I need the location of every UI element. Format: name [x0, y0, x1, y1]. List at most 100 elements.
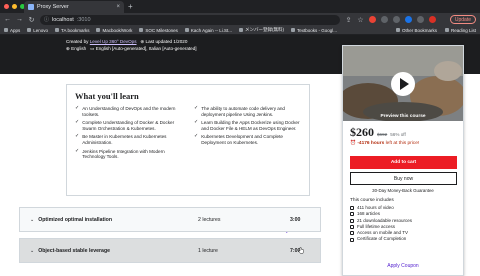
hand-cursor-icon: [298, 247, 304, 254]
captions: English [Auto-generated], Italian [Auto-…: [95, 46, 197, 51]
learn-item-text: Jenkins Pipeline Integration with Modern…: [82, 148, 165, 160]
learn-item: ✓ Be Master in Kubernetes and Kubernetes …: [75, 134, 182, 145]
other-bookmarks[interactable]: Other Bookmarks: [395, 27, 437, 33]
check-icon: ✓: [194, 133, 199, 140]
folder-icon: [139, 28, 144, 32]
address-bar[interactable]: ⓘ localhost:3010: [40, 14, 340, 25]
captions-icon: ▭: [90, 46, 95, 51]
learn-item: ✓ Kubernetes Development and Complete Dep…: [194, 134, 301, 145]
bookmark-item[interactable]: Macbook/Work: [96, 28, 132, 33]
section-lectures: 1 lecture: [198, 247, 218, 254]
close-window-button[interactable]: [4, 4, 9, 9]
extensions-puzzle-icon[interactable]: [417, 16, 424, 23]
includes-list: 411 hours of video 168 articles 21 downl…: [350, 205, 412, 243]
update-button[interactable]: Update: [449, 15, 476, 24]
learn-item: ✓ Learn Building the Apps Dockerize using…: [194, 119, 301, 131]
course-section-row[interactable]: ⌄ Optimized optimal installation 2 lectu…: [19, 207, 321, 232]
apply-coupon-link[interactable]: Apply Coupon: [343, 263, 463, 269]
extension-icon[interactable]: [381, 16, 388, 23]
buy-now-button[interactable]: Buy now: [350, 172, 457, 185]
back-icon[interactable]: ←: [4, 16, 11, 23]
check-icon: ✓: [75, 119, 80, 126]
extension-icon[interactable]: [393, 16, 400, 23]
bookmark-item[interactable]: Textbooks - Googl...: [290, 27, 337, 33]
favicon-icon: [28, 4, 34, 10]
tab-title: Proxy Server: [37, 4, 69, 10]
section-title: Optimized optimal installation: [38, 216, 112, 223]
close-tab-icon[interactable]: ×: [116, 4, 120, 10]
bookmark-label: Lenovo: [33, 27, 49, 33]
play-button[interactable]: [391, 72, 415, 96]
chevron-down-icon: ⌄: [30, 247, 35, 254]
new-tab-icon[interactable]: +: [128, 2, 133, 11]
price-timer: ⏰ -4176 hours left at this price!: [350, 141, 419, 146]
browser-tabstrip: Proxy Server × +: [0, 0, 480, 13]
reading-list[interactable]: Reading List: [444, 27, 476, 33]
created-by-label: Created by: [66, 39, 90, 44]
url-host: localhost: [52, 16, 74, 23]
check-icon: ✓: [75, 133, 80, 140]
learn-item-text: The ability to automate code delivery an…: [201, 106, 285, 117]
learn-item: ✓ Complete Understanding of Docker & Dock…: [75, 119, 182, 131]
includes-title: This course includes: [350, 198, 394, 203]
folder-icon: [27, 28, 32, 32]
bookmark-item[interactable]: TA bookmarks: [55, 28, 89, 33]
bookmark-label: Apps: [10, 27, 21, 33]
browser-tab[interactable]: Proxy Server ×: [24, 1, 124, 13]
folder-icon: [96, 28, 101, 32]
chevron-down-icon: ⌄: [30, 216, 35, 223]
minimize-window-button[interactable]: [12, 4, 17, 9]
alarm-icon: ⏰: [350, 141, 356, 146]
reading-list-icon: [444, 28, 449, 32]
includes-item: Certificate of Completion: [350, 236, 412, 242]
section-lectures: 2 lectures: [198, 216, 221, 223]
learn-item-text: Learn Building the Apps Dockerize using …: [201, 120, 300, 131]
add-to-cart-button[interactable]: Add to cart: [350, 156, 457, 169]
bookmark-label: Kach Again -- Li.St...: [190, 27, 232, 33]
check-icon: ✓: [75, 105, 80, 111]
extension-icon[interactable]: [405, 16, 412, 23]
bookmark-label: メンバー登録(無料): [244, 27, 284, 32]
page-icon: [290, 28, 295, 32]
bookmark-label: Textbooks - Googl...: [296, 27, 337, 33]
page-icon: [184, 28, 189, 32]
play-icon: [400, 78, 409, 90]
learn-title: What you'll learn: [75, 91, 139, 101]
language: English: [71, 46, 87, 51]
browser-toolbar: ← → ↻ ⓘ localhost:3010 ⇪ ☆ Update: [0, 13, 480, 26]
infinity-icon: [350, 225, 354, 230]
bookmark-item[interactable]: Lenovo: [27, 28, 48, 33]
updated-icon: ⊛: [140, 39, 145, 44]
screen: Proxy Server × + ← → ↻ ⓘ localhost:3010 …: [0, 0, 480, 276]
learn-item-text: Kubernetes Development and Complete Depl…: [201, 134, 283, 145]
bookmark-item[interactable]: メンバー登録(無料): [238, 27, 284, 33]
reload-icon[interactable]: ↻: [28, 16, 35, 24]
download-icon: [350, 218, 354, 223]
bookmark-item[interactable]: Kach Again -- Li.St...: [184, 27, 232, 33]
instructor-link[interactable]: Level Up 360° DevOps: [90, 39, 137, 44]
forward-icon[interactable]: →: [16, 16, 23, 23]
extension-icon[interactable]: [369, 16, 376, 23]
preview-label: Preview this course: [380, 114, 426, 119]
course-meta: Created by Level Up 360° DevOps ⊛ Last u…: [66, 39, 187, 45]
timer-hours: -4176 hours: [357, 141, 385, 146]
bookmark-label: Reading List: [450, 27, 476, 33]
profile-avatar[interactable]: [429, 16, 436, 23]
section-duration: 3:00: [290, 216, 301, 223]
bookmark-item[interactable]: SOC Milestones: [139, 28, 178, 33]
article-icon: [350, 212, 354, 217]
learn-item: ✓ The ability to automate code delivery a…: [194, 105, 301, 117]
price-row: $260 $692 56% off: [350, 125, 406, 140]
learn-item-text: An Understanding of DevOps and the moder…: [82, 106, 176, 117]
share-icon[interactable]: ⇪: [345, 16, 352, 24]
course-preview[interactable]: Preview this course: [343, 46, 463, 121]
bookmark-label: Other Bookmarks: [401, 27, 437, 33]
bookmark-star-icon[interactable]: ☆: [357, 16, 364, 24]
bookmarks-right: Other Bookmarks Reading List: [395, 27, 476, 33]
last-updated: Last updated 1/2020: [145, 39, 188, 44]
course-section-row[interactable]: ⌄ Object-based stable leverage 1 lecture…: [19, 238, 321, 263]
learn-list: ✓ An Understanding of DevOps and the mode…: [75, 105, 301, 160]
bookmark-item[interactable]: Apps: [4, 28, 20, 33]
learn-item-text: Complete Understanding of Docker & Docke…: [82, 120, 175, 131]
bookmark-label: SOC Milestones: [145, 27, 178, 33]
